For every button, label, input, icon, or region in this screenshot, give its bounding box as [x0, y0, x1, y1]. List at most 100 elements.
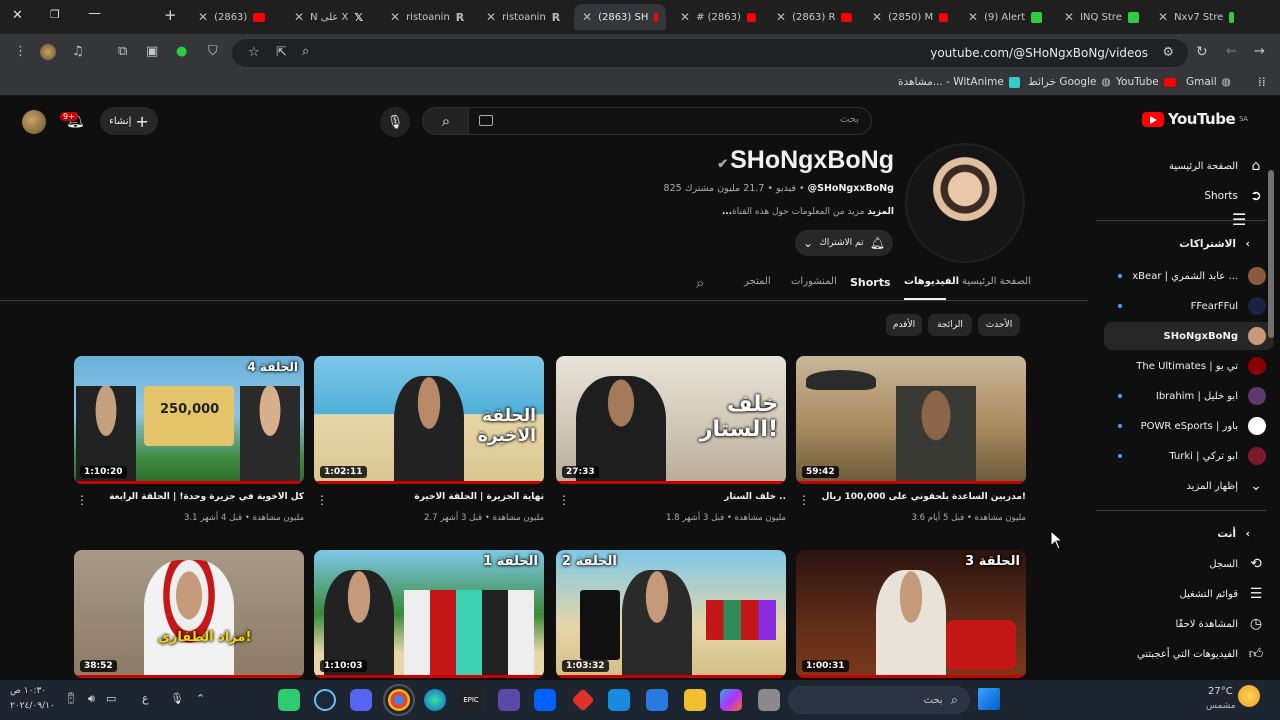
video-card[interactable]: 250,000 الحلقة 4 1:10:20 ⋮ كل الأخوية في…: [74, 356, 304, 523]
tray-overflow-chevron-icon[interactable]: ⌃: [196, 692, 205, 705]
start-menu-icon[interactable]: [978, 688, 1000, 710]
bookmark-google-maps[interactable]: خرائط Google ◍: [1028, 76, 1111, 88]
video-thumbnail[interactable]: 59:42: [796, 356, 1026, 484]
bookmark-youtube[interactable]: YouTube: [1116, 76, 1176, 88]
share-icon[interactable]: ⇱: [276, 45, 287, 60]
subscriptions-heading[interactable]: الاشتراكات ‹: [1104, 238, 1264, 250]
video-thumbnail[interactable]: 250,000 الحلقة 4 1:10:20: [74, 356, 304, 484]
video-card[interactable]: الحلقة الاخيرة 1:02:11 ⋮ نهاية الجزيرة |…: [314, 356, 544, 523]
browser-tab[interactable]: ✕ ristoanin R: [478, 4, 566, 30]
back-icon[interactable]: →: [1254, 44, 1265, 59]
close-tab-icon[interactable]: ✕: [1064, 10, 1074, 24]
chip-latest[interactable]: الأحدث: [978, 314, 1020, 336]
tab-videos[interactable]: الفيديوهات: [904, 276, 959, 287]
subscribed-button[interactable]: ⌄ تم الاشتراك 🔔︎: [795, 230, 893, 256]
video-card[interactable]: مزاد الطقاري! 38:52: [74, 550, 304, 678]
account-avatar[interactable]: [22, 110, 46, 134]
close-tab-icon[interactable]: ✕: [1158, 10, 1168, 24]
video-card[interactable]: خلف الستار! 27:33 ⋮ خلف الستار .. 1.8 مل…: [556, 356, 786, 523]
sidebar-item-shorts[interactable]: Shorts ➲: [1104, 182, 1274, 210]
battery-icon[interactable]: 🔋︎: [64, 692, 78, 705]
clock-date[interactable]: ٢٠٢٤/٠٩/١٠: [10, 701, 55, 711]
new-tab-icon[interactable]: +: [164, 6, 177, 24]
address-bar[interactable]: ☆ ⇱ ⌕ youtube.com/@SHoNgxBoNg/videos ⚙: [232, 39, 1188, 67]
sidebar-item-playlists[interactable]: قوائم التشغيل ☰: [1104, 580, 1274, 608]
site-settings-icon[interactable]: ⚙: [1162, 45, 1174, 60]
video-thumbnail[interactable]: الحلقة 2 1:03:32: [556, 550, 786, 678]
voice-search-button[interactable]: 🎙︎: [380, 107, 410, 137]
browser-tab[interactable]: ✕ (2863) R: [768, 4, 860, 30]
browser-menu-icon[interactable]: ⋮: [14, 44, 27, 59]
microphone-tray-icon[interactable]: 🎙︎: [170, 692, 184, 705]
video-card[interactable]: الحلقة 2 1:03:32: [556, 550, 786, 678]
create-button[interactable]: إنشاء +: [100, 107, 158, 135]
input-language-indicator[interactable]: ع: [142, 692, 149, 705]
close-tab-icon[interactable]: ✕: [198, 10, 208, 24]
reload-icon[interactable]: ↻: [1196, 44, 1208, 60]
sidebar-channel-active[interactable]: SHoNgxBoNg: [1104, 322, 1274, 350]
browser-tab[interactable]: ✕ N على X 𝕏: [286, 4, 374, 30]
sidebar-item-watch-later[interactable]: المشاهدة لاحقًا ◷: [1104, 610, 1274, 638]
media-control-icon[interactable]: ♫: [72, 44, 84, 59]
extensions-icon[interactable]: ⧉: [118, 44, 127, 59]
minimize-window-icon[interactable]: —: [88, 6, 101, 21]
close-tab-icon[interactable]: ✕: [294, 10, 304, 24]
sidebar-channel[interactable]: xBear | عابد الشمري ...: [1104, 262, 1274, 290]
app-purple-icon[interactable]: [498, 689, 520, 711]
volume-icon[interactable]: 🔊︎: [88, 692, 95, 706]
video-card[interactable]: 59:42 ⋮ مدربين الساعدة بلحقوني على 100,0…: [796, 356, 1026, 523]
bookmark-witanime[interactable]: مشاهدة... - WitAnime: [898, 76, 1020, 88]
chip-oldest[interactable]: الأقدم: [886, 314, 922, 336]
restore-window-icon[interactable]: ❐: [50, 8, 60, 21]
taskbar-search[interactable]: بحث ⌕: [788, 686, 970, 714]
close-tab-icon[interactable]: ✕: [582, 10, 592, 24]
apps-grid-icon[interactable]: ⁞⁞: [1258, 75, 1266, 89]
extension-icon[interactable]: ▣: [146, 44, 158, 59]
video-thumbnail[interactable]: الحلقة الاخيرة 1:02:11: [314, 356, 544, 484]
epic-games-icon[interactable]: EPIC: [460, 689, 482, 711]
shield-icon[interactable]: ⛉: [208, 44, 218, 59]
store-icon[interactable]: [646, 689, 668, 711]
close-tab-icon[interactable]: ✕: [680, 10, 690, 24]
video-menu-icon[interactable]: ⋮: [798, 493, 810, 507]
video-thumbnail[interactable]: الحلقة 1 1:10:03: [314, 550, 544, 678]
sidebar-channel[interactable]: FFearFFul: [1104, 292, 1274, 320]
channel-avatar[interactable]: [905, 143, 1025, 263]
discord-icon[interactable]: [350, 689, 372, 711]
sidebar-scrollbar[interactable]: [1268, 170, 1274, 338]
sidebar-channel[interactable]: Ibrahim | ابو خليل: [1104, 382, 1274, 410]
browser-tab[interactable]: ✕ (9) Alert: [960, 4, 1052, 30]
browser-tab[interactable]: ✕ (2850) M: [864, 4, 956, 30]
tab-shorts[interactable]: Shorts: [850, 276, 891, 289]
close-tab-icon[interactable]: ✕: [776, 10, 786, 24]
sidebar-channel[interactable]: POWR eSports | باور: [1104, 412, 1274, 440]
zoom-icon[interactable]: ⌕: [302, 44, 309, 59]
video-title[interactable]: مدربين الساعدة بلحقوني على 100,000 ريال!: [816, 492, 1026, 502]
show-more-button[interactable]: إظهار المزيد ⌄: [1104, 472, 1274, 500]
youtube-logo[interactable]: YouTube SA: [1142, 110, 1248, 128]
copilot-icon[interactable]: [720, 689, 742, 711]
video-title[interactable]: نهاية الجزيرة | الحلقة الاخيرة: [334, 492, 544, 502]
mail-icon[interactable]: [608, 689, 630, 711]
sidebar-item-liked[interactable]: الفيديوهات التي أعجبتني 👍︎: [1104, 640, 1274, 668]
profile-avatar-icon[interactable]: [40, 44, 56, 60]
video-card[interactable]: الحلقة 3 1:00:31: [796, 550, 1026, 678]
browser-tab[interactable]: ✕ # (2863): [672, 4, 764, 30]
clock-time[interactable]: ١٠:٣٠ ص: [10, 686, 46, 696]
close-tab-icon[interactable]: ✕: [390, 10, 400, 24]
you-heading[interactable]: أنت ‹: [1104, 528, 1264, 540]
browser-tab[interactable]: ✕ Nxv7 Stre: [1150, 4, 1242, 30]
video-thumbnail[interactable]: مزاد الطقاري! 38:52: [74, 550, 304, 678]
search-button[interactable]: ⌕: [422, 107, 470, 135]
video-menu-icon[interactable]: ⋮: [558, 493, 570, 507]
weather-temperature[interactable]: 27°C: [1208, 686, 1233, 697]
video-menu-icon[interactable]: ⋮: [76, 493, 88, 507]
sidebar-item-home[interactable]: الصفحة الرئيسية ⌂: [1104, 152, 1274, 180]
sidebar-channel[interactable]: The Ultimates | تي يو: [1104, 352, 1274, 380]
video-title[interactable]: خلف الستار ..: [576, 492, 786, 502]
app-icon[interactable]: [758, 689, 780, 711]
chrome-icon[interactable]: [383, 684, 415, 716]
video-thumbnail[interactable]: خلف الستار! 27:33: [556, 356, 786, 484]
browser-tab-active[interactable]: ✕ (2863) SH: [574, 4, 666, 30]
close-tab-icon[interactable]: ✕: [872, 10, 882, 24]
